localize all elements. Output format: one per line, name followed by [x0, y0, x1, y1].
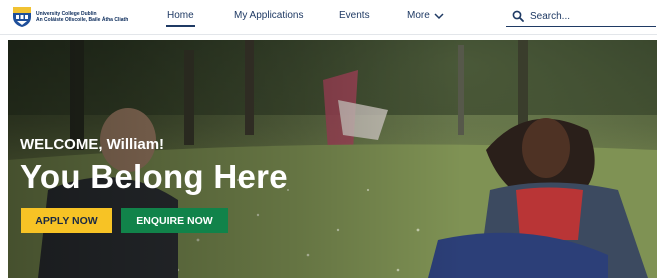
ucd-crest-icon — [13, 7, 31, 27]
chevron-down-icon — [434, 12, 444, 19]
ucd-logo[interactable]: University College Dublin An Coláiste Ol… — [12, 6, 128, 28]
logo-text: University College Dublin An Coláiste Ol… — [36, 11, 128, 23]
nav-more-label: More — [407, 10, 430, 21]
nav-home[interactable]: Home — [166, 10, 195, 27]
enquire-now-button[interactable]: ENQUIRE NOW — [121, 208, 228, 233]
search-bar[interactable] — [506, 6, 656, 27]
search-input[interactable] — [530, 10, 650, 22]
nav-my-applications-label: My Applications — [234, 10, 304, 21]
apply-now-button[interactable]: APPLY NOW — [21, 208, 112, 233]
hero-tagline: You Belong Here — [20, 158, 288, 195]
welcome-message: WELCOME, William! — [20, 136, 165, 153]
enquire-now-label: ENQUIRE NOW — [136, 214, 213, 227]
nav-events[interactable]: Events — [339, 10, 370, 21]
search-icon — [512, 10, 524, 22]
top-navigation-bar: University College Dublin An Coláiste Ol… — [0, 0, 657, 35]
nav-home-label: Home — [167, 10, 194, 21]
apply-now-label: APPLY NOW — [35, 214, 98, 227]
nav-events-label: Events — [339, 10, 370, 21]
logo-line-2: An Coláiste Ollscoile, Baile Átha Cliath — [36, 17, 129, 23]
hero-banner: WELCOME, William! You Belong Here APPLY … — [8, 40, 657, 278]
nav-my-applications[interactable]: My Applications — [234, 10, 303, 21]
nav-more[interactable]: More — [407, 10, 444, 21]
